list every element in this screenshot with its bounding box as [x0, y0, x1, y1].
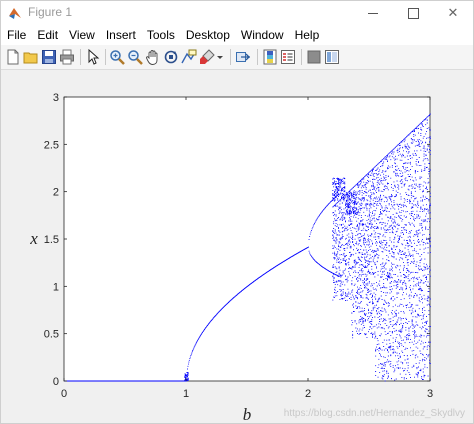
menu-view[interactable]: View	[64, 28, 100, 42]
brush-dropdown-icon[interactable]	[216, 49, 224, 65]
menu-file[interactable]: File	[2, 28, 31, 42]
bifurcation-plot[interactable]: 0 1 2 3 0 0.5 1 1.5 2 2.5 3 b x	[1, 70, 473, 423]
menu-help[interactable]: Help	[290, 28, 325, 42]
toolbar-separator	[301, 49, 302, 65]
menu-bar: File Edit View Insert Tools Desktop Wind…	[1, 25, 473, 45]
x-tick-label: 1	[183, 388, 189, 400]
title-bar: Figure 1 ✕	[1, 1, 473, 25]
insert-legend-icon[interactable]	[280, 49, 296, 65]
menu-desktop[interactable]: Desktop	[181, 28, 235, 42]
toolbar-separator	[230, 49, 231, 65]
figure-canvas: 0 1 2 3 0 0.5 1 1.5 2 2.5 3 b x https://blog.csdn.ne…	[1, 70, 473, 423]
window-title: Figure 1	[28, 5, 73, 19]
new-figure-icon[interactable]	[5, 49, 21, 65]
pan-hand-icon[interactable]	[145, 49, 161, 65]
link-plot-icon[interactable]	[235, 49, 251, 65]
matlab-logo-icon	[9, 8, 21, 19]
y-axis-label: x	[29, 229, 38, 248]
brush-icon[interactable]	[199, 49, 215, 65]
rotate-3d-icon[interactable]	[163, 49, 179, 65]
x-tick-label: 3	[427, 388, 433, 400]
matlab-figure-window: Figure 1 ✕ File Edit View Insert Tools D…	[0, 0, 474, 424]
close-icon: ✕	[447, 5, 459, 20]
x-tick-label: 0	[61, 388, 67, 400]
hide-plot-tools-icon[interactable]	[306, 49, 322, 65]
x-axis-label: b	[243, 405, 252, 423]
minimize-icon	[368, 12, 378, 14]
y-tick-label: 0	[53, 376, 59, 388]
data-cursor-icon[interactable]	[181, 49, 197, 65]
edit-plot-arrow-icon[interactable]	[85, 49, 101, 65]
insert-colorbar-icon[interactable]	[262, 49, 278, 65]
show-plot-tools-icon[interactable]	[324, 49, 340, 65]
x-tick-label: 2	[305, 388, 311, 400]
y-tick-label: 2.5	[44, 139, 59, 151]
toolbar-separator	[105, 49, 106, 65]
y-tick-label: 0.5	[44, 329, 59, 341]
menu-insert[interactable]: Insert	[101, 28, 141, 42]
print-icon[interactable]	[59, 49, 75, 65]
toolbar-separator	[257, 49, 258, 65]
toolbar-separator	[80, 49, 81, 65]
watermark-text: https://blog.csdn.net/Hernandez_Skydlvy	[283, 408, 465, 419]
maximize-button[interactable]	[393, 1, 433, 25]
y-tick-label: 2	[53, 187, 59, 199]
y-tick-label: 3	[53, 92, 59, 104]
maximize-icon	[407, 7, 419, 19]
menu-tools[interactable]: Tools	[142, 28, 180, 42]
menu-window[interactable]: Window	[236, 28, 289, 42]
y-tick-label: 1	[53, 281, 59, 293]
minimize-button[interactable]	[353, 1, 393, 25]
zoom-out-icon[interactable]	[127, 49, 143, 65]
open-file-icon[interactable]	[23, 49, 39, 65]
menu-edit[interactable]: Edit	[32, 28, 63, 42]
y-tick-label: 1.5	[44, 234, 59, 246]
zoom-in-icon[interactable]	[109, 49, 125, 65]
save-icon[interactable]	[41, 49, 57, 65]
figure-toolbar	[1, 45, 473, 70]
close-button[interactable]: ✕	[433, 1, 473, 25]
